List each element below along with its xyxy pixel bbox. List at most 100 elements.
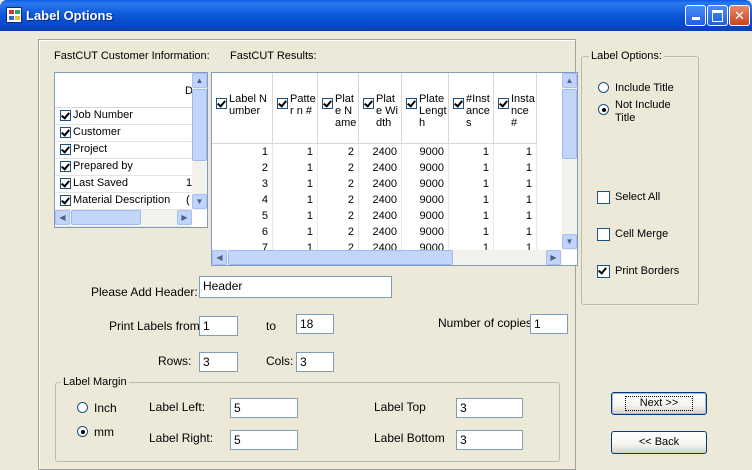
print-to-input[interactable]: 18 [296, 314, 334, 334]
list-item-checkbox[interactable] [60, 110, 71, 121]
customer-info-hscroll-thumb[interactable] [71, 210, 141, 225]
column-header-checkbox[interactable] [277, 98, 288, 109]
list-item[interactable]: Prepared by [55, 159, 193, 176]
table-cell: 9000 [401, 208, 449, 224]
list-item[interactable]: Job Number [55, 108, 193, 125]
list-item[interactable]: Project [55, 142, 193, 159]
column-header[interactable]: Insta nce # [493, 73, 537, 144]
results-grid[interactable]: Label Number Patter n # Plate Name Plate Wi… [211, 72, 578, 266]
table-cell: 2 [317, 160, 359, 176]
rows-input[interactable]: 3 [199, 352, 238, 372]
print-borders-label[interactable]: Print Borders [615, 265, 679, 277]
column-header[interactable]: Plate Name [317, 73, 359, 144]
list-item-checkbox[interactable] [60, 127, 71, 138]
table-row[interactable]: 7 1 2 2400 9000 1 1 [212, 240, 537, 250]
maximize-button[interactable] [707, 5, 728, 26]
column-header[interactable]: Plate Width [358, 73, 402, 144]
mm-radio-indicator[interactable] [77, 426, 88, 437]
header-input[interactable]: Header [199, 276, 392, 298]
column-header-checkbox[interactable] [406, 98, 417, 109]
copies-input[interactable]: 1 [530, 314, 568, 334]
customer-info-vscroll[interactable]: ▲ ▼ [192, 73, 207, 210]
scroll-right-icon[interactable]: ▶ [546, 250, 561, 265]
column-header[interactable]: #Inst ance s [448, 73, 494, 144]
column-header-checkbox[interactable] [363, 98, 374, 109]
label-margin-group [55, 382, 560, 462]
next-button[interactable]: Next >> [611, 392, 707, 415]
title-bar[interactable]: Label Options ✕ [0, 0, 752, 31]
list-item[interactable]: Customer [55, 125, 193, 142]
scroll-up-icon[interactable]: ▲ [562, 73, 577, 88]
label-left-input[interactable]: 5 [230, 398, 298, 418]
inch-label[interactable]: Inch [94, 401, 117, 415]
table-cell: 1 [448, 208, 494, 224]
mm-label[interactable]: mm [94, 425, 114, 439]
results-hscroll[interactable]: ◀ ▶ [212, 250, 562, 265]
table-row[interactable]: 4 1 2 2400 9000 1 1 [212, 192, 537, 208]
label-right-input[interactable]: 5 [230, 430, 298, 450]
select-all-checkbox-box[interactable] [597, 191, 610, 204]
table-row[interactable]: 2 1 2 2400 9000 1 1 [212, 160, 537, 176]
results-vscroll-thumb[interactable] [562, 89, 577, 159]
column-header-checkbox[interactable] [216, 98, 227, 109]
list-item-checkbox[interactable] [60, 178, 71, 189]
cell-merge-label[interactable]: Cell Merge [615, 228, 668, 240]
mm-radio[interactable] [77, 426, 88, 440]
select-all-checkbox[interactable] [597, 191, 610, 207]
column-header-label: Plate Name [335, 93, 357, 129]
print-from-input[interactable]: 1 [199, 316, 238, 336]
cell-merge-checkbox-box[interactable] [597, 228, 610, 241]
scroll-down-icon[interactable]: ▼ [562, 234, 577, 249]
customer-info-list[interactable]: D Job Number Customer Project Prepared by La… [54, 72, 208, 228]
results-vscroll[interactable]: ▲ ▼ [562, 73, 577, 250]
list-item[interactable]: Material Description ( [55, 193, 193, 210]
column-header[interactable]: Plate Lengt h [401, 73, 449, 144]
minimize-button[interactable] [685, 5, 706, 26]
scroll-right-icon[interactable]: ▶ [177, 210, 192, 225]
close-button[interactable]: ✕ [729, 5, 750, 26]
column-header[interactable]: Patter n # [272, 73, 318, 144]
include-title-radio[interactable] [598, 82, 609, 96]
label-top-input[interactable]: 3 [456, 398, 523, 418]
select-all-label[interactable]: Select All [615, 191, 660, 203]
cols-input[interactable]: 3 [296, 352, 334, 372]
list-item-checkbox[interactable] [60, 195, 71, 206]
label-bottom-input[interactable]: 3 [456, 430, 523, 450]
not-include-title-label[interactable]: Not Include Title [615, 99, 685, 125]
list-item-label: Material Description [73, 194, 171, 206]
not-include-title-radio-indicator[interactable] [598, 104, 609, 115]
scroll-down-icon[interactable]: ▼ [192, 194, 207, 209]
list-item-checkbox[interactable] [60, 161, 71, 172]
table-row[interactable]: 1 1 2 2400 9000 1 1 [212, 143, 537, 160]
column-header[interactable]: Label Number [212, 73, 273, 144]
include-title-radio-indicator[interactable] [598, 82, 609, 93]
inch-radio[interactable] [77, 402, 88, 416]
inch-radio-indicator[interactable] [77, 402, 88, 413]
minimize-icon [691, 17, 700, 20]
scroll-left-icon[interactable]: ◀ [212, 250, 227, 265]
back-button[interactable]: << Back [611, 431, 707, 454]
table-cell: 1 [272, 160, 318, 176]
copies-label: Number of copies: [438, 316, 536, 330]
print-borders-checkbox[interactable] [597, 265, 610, 281]
table-cell: 1 [493, 208, 537, 224]
results-hscroll-thumb[interactable] [228, 250, 453, 265]
column-header-checkbox[interactable] [322, 98, 333, 109]
print-borders-checkbox-box[interactable] [597, 265, 610, 278]
list-item[interactable]: Last Saved 1 [55, 176, 193, 193]
scroll-up-icon[interactable]: ▲ [192, 73, 207, 88]
table-row[interactable]: 6 1 2 2400 9000 1 1 [212, 224, 537, 240]
list-item-checkbox[interactable] [60, 144, 71, 155]
scroll-left-icon[interactable]: ◀ [55, 210, 70, 225]
column-header-checkbox[interactable] [453, 98, 464, 109]
customer-info-hscroll[interactable]: ◀ ▶ [55, 210, 192, 225]
column-header-checkbox[interactable] [498, 98, 509, 109]
table-row[interactable]: 5 1 2 2400 9000 1 1 [212, 208, 537, 224]
include-title-label[interactable]: Include Title [615, 82, 674, 94]
table-row[interactable]: 3 1 2 2400 9000 1 1 [212, 176, 537, 192]
table-cell: 9000 [401, 240, 449, 250]
cell-merge-checkbox[interactable] [597, 228, 610, 244]
table-cell: 1 [493, 176, 537, 192]
customer-info-vscroll-thumb[interactable] [192, 89, 207, 161]
not-include-title-radio[interactable] [598, 104, 609, 118]
